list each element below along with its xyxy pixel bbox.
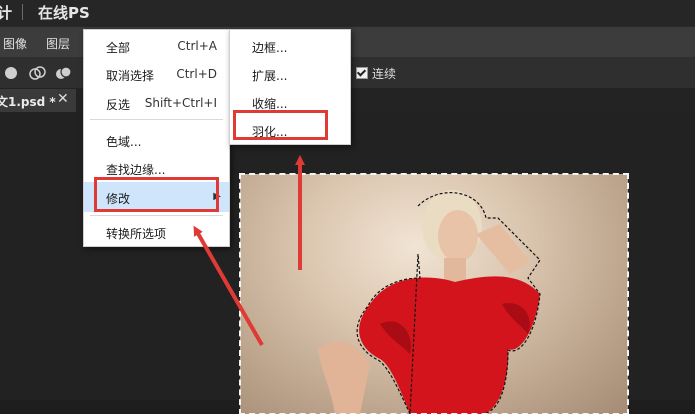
arrow-to-modify (193, 225, 264, 346)
annotation-arrows (193, 155, 305, 346)
